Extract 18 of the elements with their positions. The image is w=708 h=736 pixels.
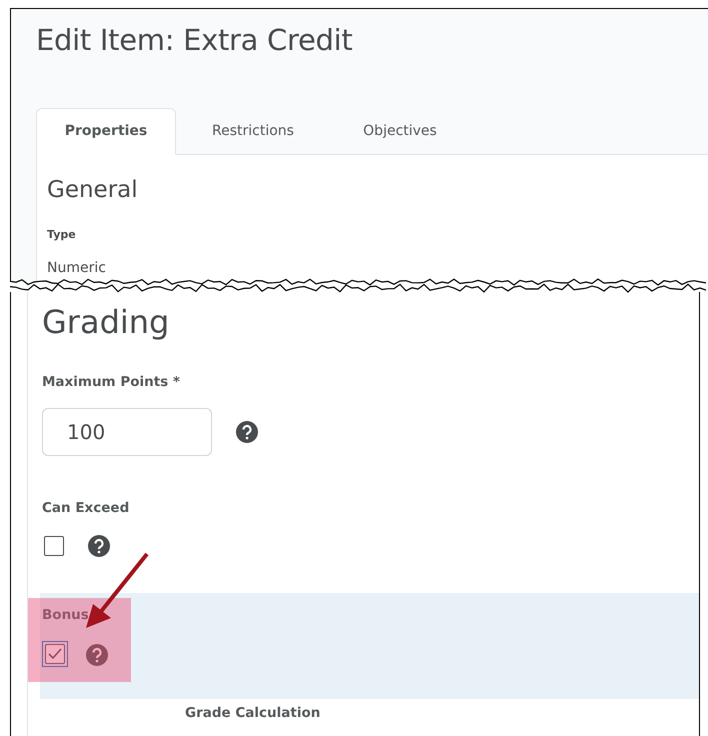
field-value: Numeric — [47, 258, 107, 278]
field-label: Maximum Points * — [42, 373, 181, 392]
checkbox[interactable] — [44, 536, 64, 556]
points-input[interactable]: 100 — [42, 408, 212, 456]
check-icon — [47, 646, 63, 662]
tab[interactable]: Properties — [36, 108, 176, 155]
section-heading: Grading — [42, 302, 170, 343]
tab[interactable]: Restrictions — [176, 108, 330, 155]
tab[interactable]: Objectives — [330, 108, 470, 155]
field-label: Can Exceed — [42, 499, 130, 518]
field-label: Grade Calculation — [184, 704, 322, 722]
field-label: Bonus — [42, 606, 90, 624]
checkbox[interactable] — [45, 644, 65, 664]
field-label: Type — [47, 227, 77, 244]
help-icon[interactable] — [236, 421, 258, 444]
section-heading: General — [47, 176, 139, 205]
help-icon[interactable] — [88, 534, 110, 556]
page-title: Edit Item: Extra Credit — [36, 23, 354, 58]
